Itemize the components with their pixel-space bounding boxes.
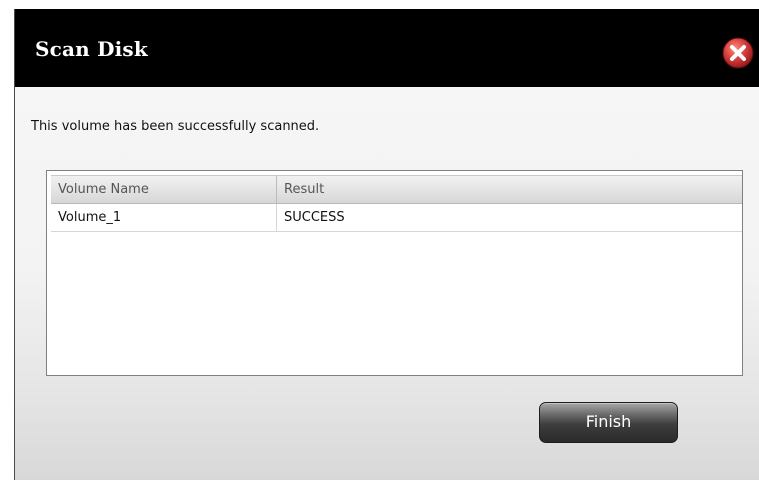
dialog-titlebar: Scan Disk — [15, 9, 759, 87]
finish-button[interactable]: Finish — [539, 402, 678, 443]
status-message: This volume has been successfully scanne… — [31, 119, 320, 134]
column-header-result[interactable]: Result — [277, 176, 742, 203]
table-row[interactable]: Volume_1 SUCCESS — [51, 204, 742, 232]
close-button[interactable] — [722, 37, 754, 69]
scan-disk-dialog: Scan Disk This volume has been successfu… — [14, 9, 759, 480]
table-header: Volume Name Result — [51, 175, 742, 204]
close-x-icon — [722, 37, 754, 69]
dialog-title: Scan Disk — [35, 37, 148, 61]
column-header-volume-name[interactable]: Volume Name — [51, 176, 277, 203]
cell-volume-name: Volume_1 — [51, 204, 277, 231]
results-table: Volume Name Result Volume_1 SUCCESS — [46, 170, 743, 376]
cell-result: SUCCESS — [284, 210, 345, 225]
